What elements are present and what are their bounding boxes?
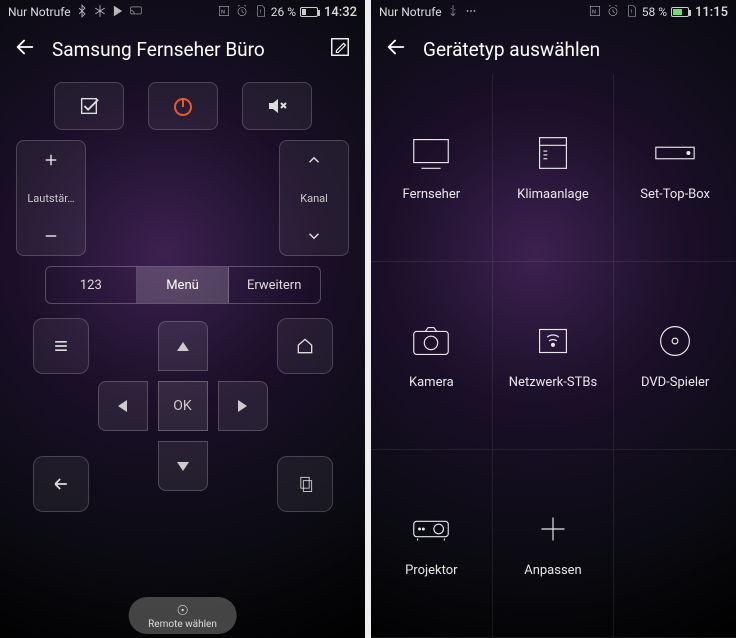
clock: 14:32 (324, 5, 357, 20)
dpad-right[interactable] (218, 381, 268, 431)
play-store-icon (111, 4, 125, 21)
device-grid: Fernseher Klimaanlage Set-Top-Box Kamera… (371, 74, 736, 638)
empty-cell (614, 450, 736, 638)
plus-icon[interactable] (42, 151, 60, 169)
alarm-icon (235, 4, 249, 21)
device-label: Set-Top-Box (640, 187, 710, 202)
mode-segments: 123 Menü Erweitern (45, 266, 321, 304)
chevron-up-icon[interactable] (305, 151, 323, 169)
no-sim-icon: ! (624, 4, 638, 21)
power-button[interactable] (148, 82, 218, 130)
battery-percent: 58 % (642, 5, 667, 19)
battery-icon (300, 7, 318, 17)
mute-button[interactable] (242, 82, 312, 130)
carrier-text: Nur Notrufe (8, 5, 71, 19)
device-dvd[interactable]: DVD-Spieler (614, 262, 736, 450)
back-remote-button[interactable] (33, 456, 89, 512)
battery-percent: 26 % (271, 5, 296, 19)
device-label: DVD-Spieler (641, 375, 709, 390)
usb-icon (446, 4, 460, 21)
projector-icon (408, 509, 454, 549)
carrier-text: Nur Notrufe (379, 5, 442, 19)
device-ac[interactable]: Klimaanlage (493, 74, 615, 262)
back-icon[interactable] (385, 36, 407, 62)
device-label: Anpassen (524, 563, 582, 578)
segment-menu[interactable]: Menü (137, 267, 229, 303)
volume-label: Lautstär… (27, 192, 74, 205)
clock: 11:15 (695, 5, 728, 20)
camera-icon (408, 321, 454, 361)
dpad-ok[interactable]: OK (158, 381, 208, 431)
list-button[interactable] (33, 318, 89, 374)
svg-text:!: ! (631, 9, 633, 15)
device-stb[interactable]: Set-Top-Box (614, 74, 736, 262)
edit-icon[interactable] (329, 36, 351, 62)
remote-select-pill[interactable]: Remote wählen (128, 597, 237, 634)
volume-rocker[interactable]: Lautstär… (16, 140, 86, 256)
device-custom[interactable]: Anpassen (493, 450, 615, 638)
dpad-up[interactable] (158, 321, 208, 371)
remote-icon (176, 603, 190, 617)
nfc-icon: N (217, 4, 231, 21)
svg-text:N: N (221, 9, 225, 15)
device-projector[interactable]: Projektor (371, 450, 493, 638)
device-label: Projektor (405, 563, 457, 578)
device-tv[interactable]: Fernseher (371, 74, 493, 262)
svg-text:!: ! (260, 9, 262, 15)
ac-icon (530, 133, 576, 173)
no-sim-icon: ! (253, 4, 267, 21)
app-header: Gerätetyp auswählen (371, 24, 736, 74)
check-button[interactable] (54, 82, 124, 130)
channel-label: Kanal (300, 192, 328, 205)
device-label: Kamera (409, 375, 454, 390)
tv-icon (408, 133, 454, 173)
page-title: Gerätetyp auswählen (423, 38, 722, 61)
battery-icon (671, 7, 689, 17)
dpad-left[interactable] (98, 381, 148, 431)
stb-icon (652, 133, 698, 173)
cast-icon (129, 4, 143, 21)
device-label: Netzwerk-STBs (509, 375, 597, 390)
device-label: Fernseher (403, 187, 461, 202)
status-bar: Nur Notrufe N ! 26 % (0, 0, 365, 24)
app-header: Samsung Fernseher Büro (0, 24, 365, 74)
nfc-icon: N (588, 4, 602, 21)
device-label: Klimaanlage (517, 187, 589, 202)
bluetooth-icon (75, 4, 89, 21)
dpad-down[interactable] (158, 441, 208, 491)
router-icon (530, 321, 576, 361)
svg-text:N: N (592, 9, 596, 15)
page-title: Samsung Fernseher Büro (52, 38, 313, 61)
remote-body: Lautstär… Kanal 123 Menü Erweitern (0, 74, 365, 638)
dpad-area: OK (33, 318, 333, 518)
segment-extend[interactable]: Erweitern (229, 267, 320, 303)
remote-screen: Nur Notrufe N ! 26 % (0, 0, 365, 638)
back-icon[interactable] (14, 36, 36, 62)
alarm-icon (606, 4, 620, 21)
dots-icon (464, 4, 478, 21)
plus-icon (530, 509, 576, 549)
snow-icon (93, 4, 107, 21)
channel-rocker[interactable]: Kanal (279, 140, 349, 256)
device-network-stb[interactable]: Netzwerk-STBs (493, 262, 615, 450)
remote-select-label: Remote wählen (148, 619, 217, 630)
copy-button[interactable] (277, 456, 333, 512)
minus-icon[interactable] (42, 227, 60, 245)
home-button[interactable] (277, 318, 333, 374)
device-type-screen: Nur Notrufe N ! 58 % 11:15 (371, 0, 736, 638)
dpad: OK (98, 321, 268, 491)
disc-icon (652, 321, 698, 361)
chevron-down-icon[interactable] (305, 227, 323, 245)
device-camera[interactable]: Kamera (371, 262, 493, 450)
status-bar: Nur Notrufe N ! 58 % 11:15 (371, 0, 736, 24)
segment-numpad[interactable]: 123 (46, 267, 138, 303)
